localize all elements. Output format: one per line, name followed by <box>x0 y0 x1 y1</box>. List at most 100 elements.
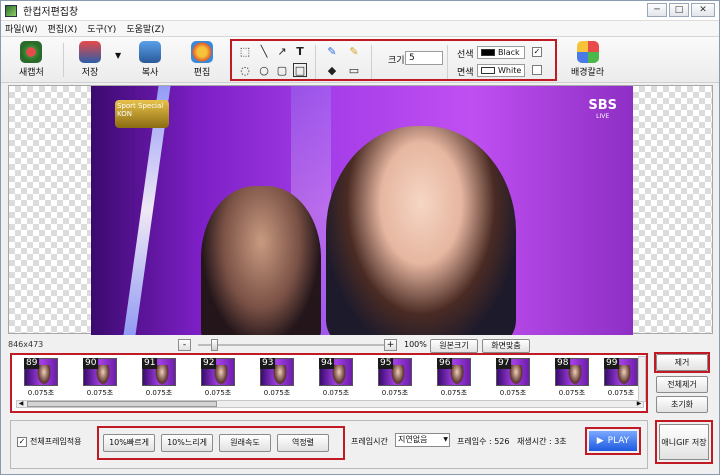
reverse-button[interactable]: 역정렬 <box>277 434 329 452</box>
remove-all-button[interactable]: 전체제거 <box>656 376 708 393</box>
edit-button[interactable]: 편집 <box>191 41 213 78</box>
all-frames-label: 전체프레임적용 <box>30 437 82 446</box>
menu-file[interactable]: 파일(W) <box>5 22 37 35</box>
title-bar: 한컵저편집창 ─ □ ✕ <box>1 1 719 21</box>
maximize-button[interactable]: □ <box>669 3 689 17</box>
play-highlight: ▶ PLAY <box>585 427 641 455</box>
line-color-label: 선색 <box>457 50 474 60</box>
line-color-select[interactable]: Black <box>477 46 525 59</box>
size-spinner[interactable]: 5 <box>405 51 443 65</box>
reset-button[interactable]: 초기화 <box>656 396 708 413</box>
window-title: 한컵저편집창 <box>23 7 79 18</box>
rect-select-icon[interactable]: ⬚ <box>238 44 252 58</box>
fit-screen-button[interactable]: 화면맞춤 <box>482 339 530 353</box>
eraser-icon[interactable]: ▭ <box>347 63 361 77</box>
ellipse-select-icon[interactable]: ◌ <box>238 63 252 77</box>
scroll-left-icon[interactable]: ◀ <box>17 400 25 408</box>
menu-edit[interactable]: 편집(X) <box>47 22 77 35</box>
all-frames-option[interactable]: ✓ 전체프레임적용 <box>17 436 82 447</box>
frame-item[interactable]: 99 0.075초 <box>596 358 644 400</box>
original-speed-button[interactable]: 원래속도 <box>219 434 271 452</box>
frame-number: 98 <box>555 358 571 369</box>
remove-frame-button[interactable]: 제거 <box>656 354 708 371</box>
frame-item[interactable]: 90 0.075초 <box>75 358 123 400</box>
person-left <box>201 186 321 335</box>
frame-item[interactable]: 91 0.075초 <box>134 358 182 400</box>
frame-item[interactable]: 89 0.075초 <box>16 358 64 400</box>
size-value: 5 <box>409 53 415 63</box>
zoom-slider[interactable] <box>198 344 388 346</box>
captured-image: Sport Special KON SBS LIVE <box>91 86 633 335</box>
save-button[interactable]: 저장 <box>79 41 101 78</box>
frame-delay: 0.075초 <box>263 389 291 397</box>
frame-delay: 0.075초 <box>499 389 527 397</box>
frame-vertical-scrollbar[interactable] <box>638 356 646 402</box>
zoom-in-button[interactable]: + <box>384 339 397 351</box>
canvas-area[interactable]: Sport Special KON SBS LIVE <box>8 85 713 335</box>
line-icon[interactable]: ╲ <box>257 44 271 58</box>
background-color-button[interactable]: 배경칼라 <box>571 41 604 78</box>
tools-divider <box>315 45 316 79</box>
all-frames-checkbox[interactable]: ✓ <box>17 436 27 447</box>
fill-color-select[interactable]: White <box>477 64 525 77</box>
arrow-icon[interactable]: ↗ <box>275 44 289 58</box>
play-button[interactable]: ▶ PLAY <box>589 431 637 451</box>
tools-divider <box>371 45 372 79</box>
frame-item[interactable]: 92 0.075초 <box>193 358 241 400</box>
new-capture-button[interactable]: 새캡처 <box>19 41 44 78</box>
zoom-row: 846x473 - + 100% 원본크기 화면맞춤 <box>8 339 713 353</box>
frame-item[interactable]: 93 0.075초 <box>252 358 300 400</box>
frame-delay: 0.075초 <box>86 389 114 397</box>
copy-button[interactable]: 복사 <box>139 41 161 78</box>
save-icon <box>79 41 101 63</box>
fill-color-checkbox[interactable] <box>532 65 542 75</box>
line-color-value: Black <box>498 48 520 57</box>
rounded-rect-icon[interactable]: ▢ <box>275 63 289 77</box>
copy-label: 복사 <box>141 68 159 78</box>
frame-item[interactable]: 98 0.075초 <box>547 358 595 400</box>
size-label: 크기 <box>388 56 405 66</box>
fill-bucket-icon[interactable]: ◆ <box>325 63 339 77</box>
frame-item[interactable]: 95 0.075초 <box>370 358 418 400</box>
fill-color-value: White <box>498 66 522 75</box>
frame-delay: 0.075초 <box>440 389 468 397</box>
menu-tools[interactable]: 도구(Y) <box>87 22 116 35</box>
original-size-button[interactable]: 원본크기 <box>430 339 478 353</box>
menu-bar: 파일(W) 편집(X) 도구(Y) 도움말(Z) <box>1 21 719 37</box>
horizontal-scroll-thumb[interactable] <box>27 401 217 407</box>
frame-time-select[interactable]: 지연없음 <box>395 433 450 447</box>
frame-item[interactable]: 97 0.075초 <box>488 358 536 400</box>
close-button[interactable]: ✕ <box>691 3 715 17</box>
frame-number: 93 <box>260 358 276 369</box>
brush-icon[interactable]: ✎ <box>347 44 361 58</box>
logo-text: Sport Special <box>117 102 164 110</box>
rect-icon[interactable]: □ <box>293 63 307 77</box>
app-icon <box>5 4 17 17</box>
zoom-out-button[interactable]: - <box>178 339 191 351</box>
tools-divider <box>447 45 448 79</box>
slower-button[interactable]: 10%느리게 <box>161 434 213 452</box>
fill-color-label: 면색 <box>457 68 474 78</box>
frame-number: 99 <box>604 358 620 369</box>
copy-icon <box>139 41 161 63</box>
minimize-button[interactable]: ─ <box>647 3 667 17</box>
frame-item[interactable]: 96 0.075초 <box>429 358 477 400</box>
ellipse-icon[interactable]: ○ <box>257 63 271 77</box>
line-color-checkbox[interactable]: ✓ <box>532 47 542 57</box>
fill-color-swatch <box>481 67 495 74</box>
zoom-slider-thumb[interactable] <box>211 339 218 351</box>
speed-controls: 10%빠르게 10%느리게 원래속도 역정렬 <box>97 426 345 460</box>
frame-horizontal-scrollbar[interactable]: ◀ ▶ <box>16 400 644 408</box>
save-dropdown-arrow-icon[interactable]: ▼ <box>115 51 121 60</box>
text-icon[interactable]: T <box>293 44 307 58</box>
pen-icon[interactable]: ✎ <box>325 44 339 58</box>
save-gif-button[interactable]: 애니GIF 저장 <box>659 424 709 460</box>
frame-delay: 0.075초 <box>204 389 232 397</box>
line-color-swatch <box>481 49 495 56</box>
frame-number: 89 <box>24 358 40 369</box>
menu-help[interactable]: 도움말(Z) <box>126 22 164 35</box>
background-color-label: 배경칼라 <box>571 68 605 78</box>
frame-item[interactable]: 94 0.075초 <box>311 358 359 400</box>
image-dimensions: 846x473 <box>8 340 44 349</box>
faster-button[interactable]: 10%빠르게 <box>103 434 155 452</box>
